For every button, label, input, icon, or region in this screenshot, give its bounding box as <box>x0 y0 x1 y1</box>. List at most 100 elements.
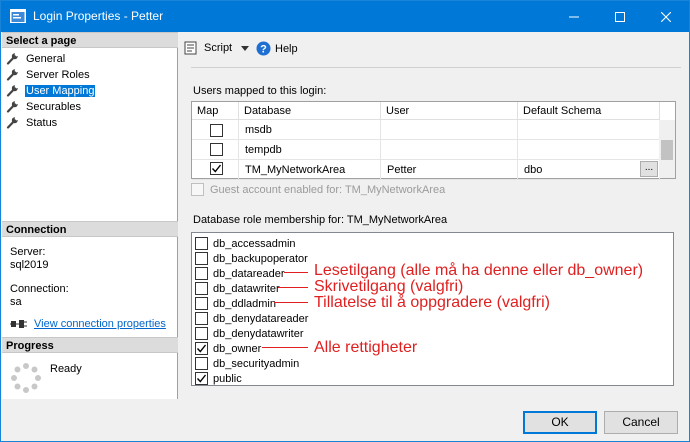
role-item[interactable]: db_backupoperator <box>195 251 308 266</box>
database-cell: TM_MyNetworkArea <box>239 160 381 180</box>
role-checkbox[interactable] <box>195 282 208 295</box>
role-item[interactable]: db_securityadmin <box>195 356 299 371</box>
map-checkbox-tm-mynetworkarea[interactable] <box>210 162 223 175</box>
page-label: Server Roles <box>26 68 90 81</box>
toolbar-divider <box>191 67 681 68</box>
users-mapped-label: Users mapped to this login: <box>193 85 327 97</box>
column-header-user[interactable]: User <box>381 102 518 120</box>
guest-account-checkbox[interactable] <box>191 183 204 196</box>
role-item[interactable]: db_denydatareader <box>195 311 308 326</box>
scrollbar-thumb[interactable] <box>661 140 673 160</box>
annotation-owner: Alle rettigheter <box>314 339 418 356</box>
role-label: db_ddladmin <box>213 297 276 310</box>
column-header-schema[interactable]: Default Schema <box>518 102 660 120</box>
role-item[interactable]: db_datareader <box>195 266 285 281</box>
role-label: db_accessadmin <box>213 237 296 250</box>
map-checkbox-msdb[interactable] <box>210 124 223 137</box>
maximize-icon <box>615 11 625 22</box>
role-membership-label: Database role membership for: TM_MyNetwo… <box>193 214 448 226</box>
cancel-button[interactable]: Cancel <box>604 411 678 434</box>
page-general[interactable]: General <box>6 51 66 66</box>
left-pane: Select a page General Server Roles User … <box>2 32 178 399</box>
close-button[interactable] <box>643 1 689 32</box>
schema-browse-button[interactable]: ... <box>640 161 658 177</box>
role-item[interactable]: db_denydatawriter <box>195 326 304 341</box>
database-cell: tempdb <box>239 140 381 160</box>
schema-cell[interactable] <box>518 120 660 140</box>
role-checkbox[interactable] <box>195 297 208 310</box>
checkmark-icon <box>196 344 207 353</box>
minimize-button[interactable] <box>551 1 597 32</box>
role-item[interactable]: public <box>195 371 242 386</box>
role-label: db_datawriter <box>213 282 280 295</box>
page-status[interactable]: Status <box>6 115 58 130</box>
role-label: db_denydatareader <box>213 312 309 325</box>
script-button[interactable]: Script <box>184 41 250 55</box>
maximize-button[interactable] <box>597 1 643 32</box>
help-icon: ? <box>256 41 271 56</box>
page-user-mapping[interactable]: User Mapping <box>6 83 96 98</box>
role-item[interactable]: db_ddladmin <box>195 296 276 311</box>
role-label: public <box>213 372 242 385</box>
schema-cell[interactable]: dbo <box>518 160 660 180</box>
help-button[interactable]: ? Help <box>256 41 298 56</box>
wrench-icon <box>6 101 18 113</box>
column-header-database[interactable]: Database <box>239 102 381 120</box>
window-title: Login Properties - Petter <box>33 9 164 23</box>
script-label: Script <box>204 42 233 54</box>
role-checkbox[interactable] <box>195 327 208 340</box>
schema-cell[interactable] <box>518 140 660 160</box>
annotation-ddladmin: Tillatelse til å oppgradere (valgfri) <box>314 294 550 311</box>
role-item[interactable]: db_datawriter <box>195 281 280 296</box>
connection-icon <box>10 320 27 328</box>
server-value: sql2019 <box>10 259 49 271</box>
user-mapping-grid[interactable]: Map Database User Default Schema msdb te… <box>191 101 676 180</box>
user-cell[interactable]: Petter <box>381 160 518 180</box>
view-connection-properties[interactable]: View connection properties <box>10 318 166 330</box>
role-checkbox[interactable] <box>195 357 208 370</box>
wrench-icon <box>6 117 18 129</box>
title-bar[interactable]: Login Properties - Petter <box>1 1 689 32</box>
role-label: db_backupoperator <box>213 252 308 265</box>
app-icon <box>10 9 26 23</box>
minimize-icon <box>569 16 579 17</box>
role-checkbox[interactable] <box>195 342 208 355</box>
wrench-icon <box>6 53 18 65</box>
map-checkbox-tempdb[interactable] <box>210 143 223 156</box>
role-item[interactable]: db_owner <box>195 341 261 356</box>
ok-button[interactable]: OK <box>523 411 597 434</box>
guest-account-option: Guest account enabled for: TM_MyNetworkA… <box>191 183 445 196</box>
annotation-line <box>274 302 308 303</box>
role-checkbox[interactable] <box>195 267 208 280</box>
select-page-header: Select a page <box>2 32 178 48</box>
svg-text:?: ? <box>260 44 267 56</box>
role-label: db_denydatawriter <box>213 327 304 340</box>
map-cell <box>192 120 239 140</box>
database-cell: msdb <box>239 120 381 140</box>
page-server-roles[interactable]: Server Roles <box>6 67 91 82</box>
view-connection-link[interactable]: View connection properties <box>34 318 166 330</box>
user-cell[interactable] <box>381 140 518 160</box>
checkmark-icon <box>196 374 207 383</box>
column-header-map[interactable]: Map <box>192 102 239 120</box>
role-item[interactable]: db_accessadmin <box>195 236 296 251</box>
role-checkbox[interactable] <box>195 372 208 385</box>
wrench-icon <box>6 69 18 81</box>
role-label: db_datareader <box>213 267 285 280</box>
script-icon <box>184 41 197 55</box>
grid-scrollbar[interactable] <box>659 120 675 178</box>
role-checkbox[interactable] <box>195 252 208 265</box>
role-checkbox[interactable] <box>195 237 208 250</box>
chevron-down-icon <box>241 45 250 51</box>
map-cell <box>192 160 239 180</box>
page-securables[interactable]: Securables <box>6 99 82 114</box>
progress-status: Ready <box>50 363 82 375</box>
login-properties-window: Login Properties - Petter Select a page … <box>0 0 690 442</box>
page-label: Status <box>26 116 58 129</box>
role-checkbox[interactable] <box>195 312 208 325</box>
server-label: Server: <box>10 246 46 258</box>
guest-account-label: Guest account enabled for: TM_MyNetworkA… <box>210 183 446 196</box>
help-label: Help <box>275 42 298 55</box>
user-cell[interactable] <box>381 120 518 140</box>
role-label: db_securityadmin <box>213 357 300 370</box>
